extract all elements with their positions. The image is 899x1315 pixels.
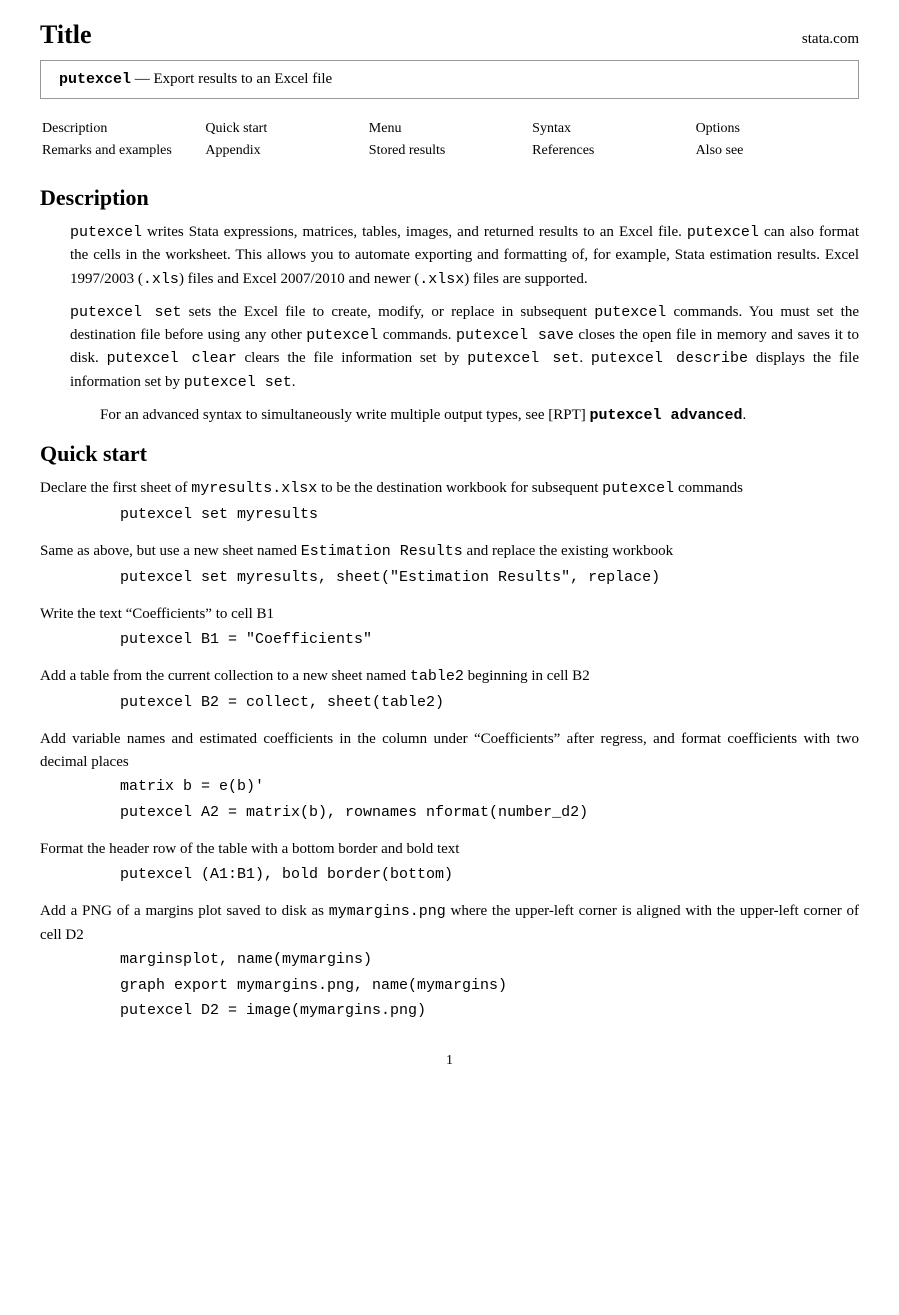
nav-description[interactable]: Description (42, 119, 203, 139)
qs-item-3-code: putexcel B1 = "Coefficients" (120, 629, 859, 652)
quick-start-heading: Quick start (40, 441, 859, 467)
nav-references[interactable]: References (532, 141, 693, 161)
qs-item-2-code: putexcel set myresults, sheet("Estimatio… (120, 567, 859, 590)
description-para-3: For an advanced syntax to simultaneously… (40, 404, 859, 427)
page-number: 1 (446, 1053, 453, 1068)
qs-item-5: Add variable names and estimated coeffic… (40, 728, 859, 824)
qs-item-1: Declare the first sheet of myresults.xls… (40, 477, 859, 526)
description-para-2: putexcel set sets the Excel file to crea… (40, 301, 859, 394)
quick-start-section: Quick start Declare the first sheet of m… (40, 441, 859, 1023)
page-title: Title (40, 20, 92, 50)
title-rest: — Export results to an Excel file (131, 71, 332, 87)
qs-item-3-text: Write the text “Coefficients” to cell B1 (40, 603, 859, 626)
qs-item-7-code-2: graph export mymargins.png, name(mymargi… (120, 975, 859, 998)
qs-item-5-text: Add variable names and estimated coeffic… (40, 728, 859, 773)
qs-item-7-code-1: marginsplot, name(mymargins) (120, 949, 859, 972)
nav-remarks[interactable]: Remarks and examples (42, 141, 203, 161)
qs-item-4-code: putexcel B2 = collect, sheet(table2) (120, 692, 859, 715)
qs-item-7-code-3: putexcel D2 = image(mymargins.png) (120, 1000, 859, 1023)
nav-syntax[interactable]: Syntax (532, 119, 693, 139)
qs-item-1-code: putexcel set myresults (120, 504, 859, 527)
qs-item-5-code-1: matrix b = e(b)' (120, 776, 859, 799)
qs-item-6: Format the header row of the table with … (40, 838, 859, 886)
page-header: Title stata.com (40, 20, 859, 50)
nav-also-see[interactable]: Also see (696, 141, 857, 161)
nav-menu[interactable]: Menu (369, 119, 530, 139)
qs-item-3: Write the text “Coefficients” to cell B1… (40, 603, 859, 651)
qs-item-1-text: Declare the first sheet of myresults.xls… (40, 477, 859, 501)
description-section: Description putexcel writes Stata expres… (40, 185, 859, 427)
title-box: putexcel — Export results to an Excel fi… (40, 60, 859, 99)
nav-quick-start[interactable]: Quick start (205, 119, 366, 139)
description-heading: Description (40, 185, 859, 211)
nav-table: Description Quick start Menu Syntax Opti… (40, 117, 859, 163)
title-cmd: putexcel (59, 71, 131, 88)
stata-brand: stata.com (802, 31, 859, 48)
qs-item-2: Same as above, but use a new sheet named… (40, 540, 859, 589)
page-footer: 1 (40, 1053, 859, 1069)
qs-item-5-code-2: putexcel A2 = matrix(b), rownames nforma… (120, 802, 859, 825)
qs-item-4-text: Add a table from the current collection … (40, 665, 859, 689)
qs-item-2-text: Same as above, but use a new sheet named… (40, 540, 859, 564)
description-para-1: putexcel writes Stata expressions, matri… (40, 221, 859, 291)
qs-item-6-text: Format the header row of the table with … (40, 838, 859, 861)
nav-stored-results[interactable]: Stored results (369, 141, 530, 161)
qs-item-6-code: putexcel (A1:B1), bold border(bottom) (120, 864, 859, 887)
nav-appendix[interactable]: Appendix (205, 141, 366, 161)
nav-options[interactable]: Options (696, 119, 857, 139)
qs-item-7-text: Add a PNG of a margins plot saved to dis… (40, 900, 859, 946)
qs-item-4: Add a table from the current collection … (40, 665, 859, 714)
qs-item-7: Add a PNG of a margins plot saved to dis… (40, 900, 859, 1023)
